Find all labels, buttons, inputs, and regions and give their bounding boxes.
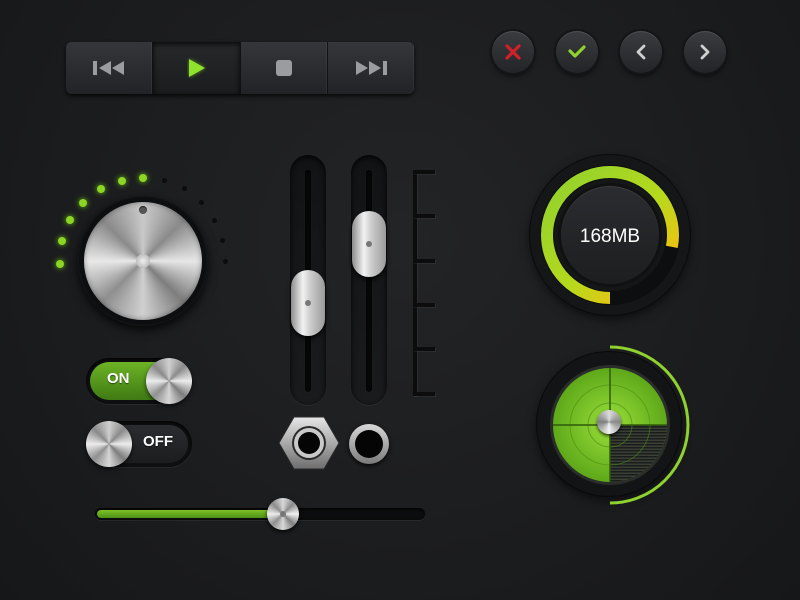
check-icon [568,45,586,58]
chevron-left-icon [636,44,646,60]
level-dot [58,237,66,245]
knob-center-cap [136,254,150,268]
level-dot [182,186,187,191]
level-dot [199,200,204,205]
level-dot [79,199,87,207]
scale-tick [413,170,435,174]
stop-button[interactable] [240,42,328,94]
back-button[interactable] [620,31,662,73]
slider-groove [366,170,372,392]
level-dot [97,185,105,193]
toggle-on-label: ON [107,370,130,387]
scale-tick [413,214,435,218]
toggle-on[interactable]: ON [86,358,192,404]
skip-forward-icon [355,61,387,75]
level-dot [66,216,74,224]
toggle-off-label: OFF [143,433,173,450]
radar-center-knob[interactable] [597,410,621,434]
toggle-off[interactable]: OFF [86,421,192,467]
transport-controls [66,42,414,94]
skip-back-icon [93,61,125,75]
thumb-dot [279,511,286,517]
hex-nut-jack [278,416,340,470]
stop-icon [275,60,292,76]
scale-tick [413,259,435,263]
confirm-button[interactable] [556,31,598,73]
gauge-value: 168MB [579,226,641,247]
scale-tick [413,303,435,307]
toggle-thumb[interactable] [86,421,132,467]
chevron-right-icon [700,44,710,60]
play-button[interactable] [153,42,241,94]
thumb-dot [366,240,372,247]
toggle-thumb[interactable] [146,358,192,404]
forward-button[interactable] [684,31,726,73]
level-dot [212,218,217,223]
previous-button[interactable] [66,42,154,94]
close-icon [505,44,521,60]
level-dot [56,260,64,268]
play-icon [189,59,206,77]
scale-tick [413,347,435,351]
horizontal-slider-fill [97,510,283,518]
knob-indicator [139,206,147,214]
slider-scale [413,170,417,396]
next-button[interactable] [327,42,414,94]
jack-hole [355,430,383,458]
level-dot [162,178,167,183]
level-dot [223,259,228,264]
level-dot [139,174,147,182]
thumb-dot [305,299,311,306]
level-dot [220,238,225,243]
cancel-button[interactable] [492,31,534,73]
scale-tick [413,392,435,396]
level-dot [118,177,126,185]
